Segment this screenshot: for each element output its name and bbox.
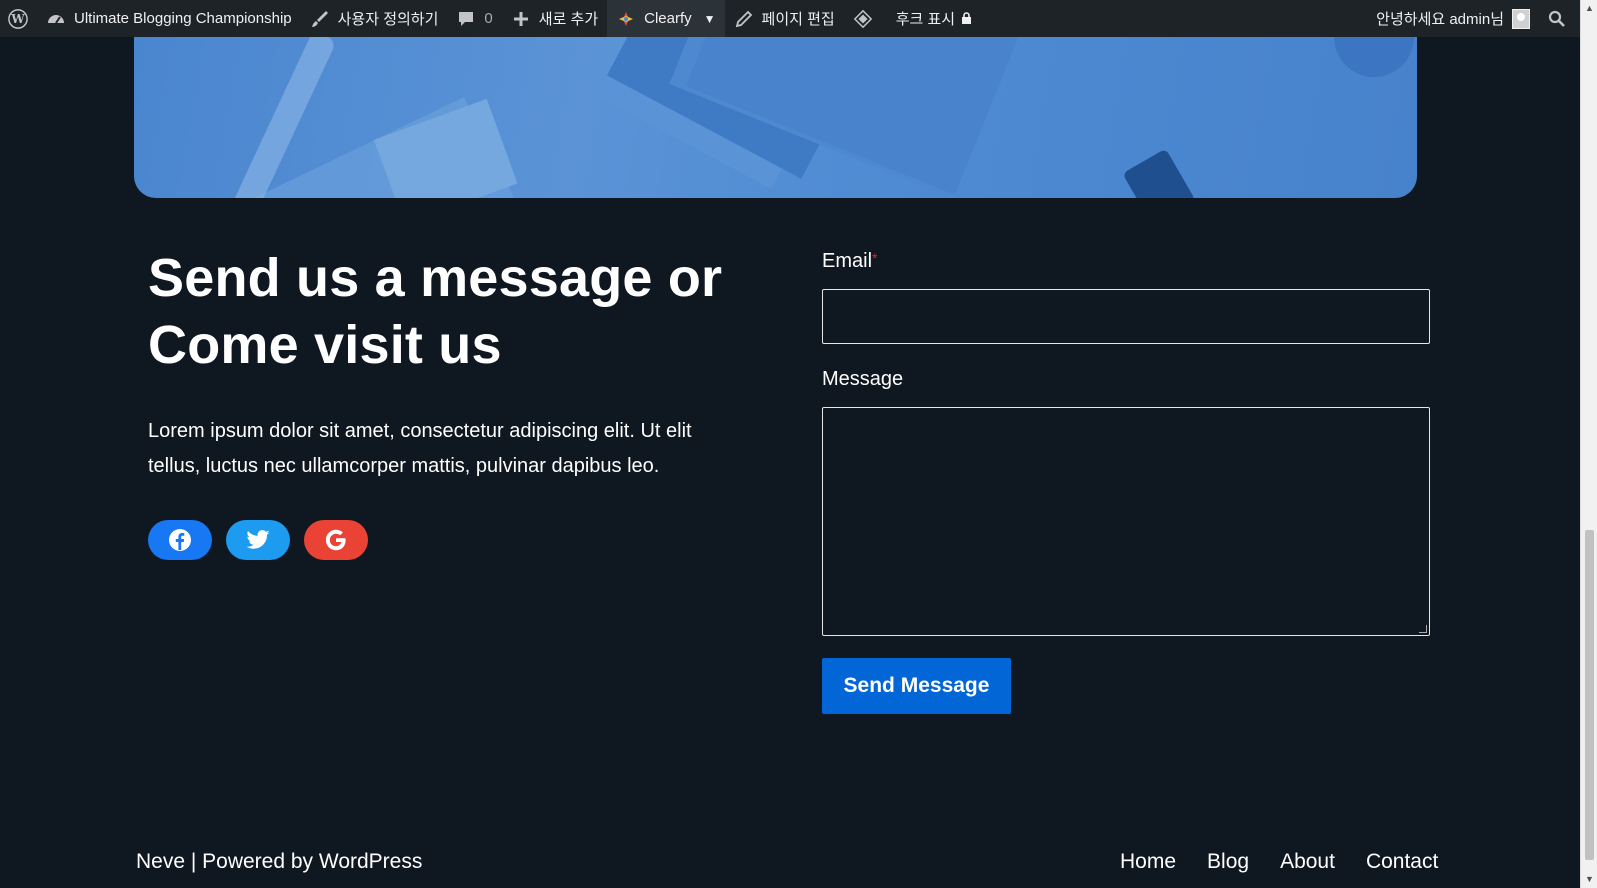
email-label-text: Email — [822, 250, 873, 272]
email-label: Email* — [822, 250, 1430, 273]
new-content-menu[interactable]: 새로 추가 — [502, 0, 607, 37]
scrollbar-thumb[interactable] — [1585, 530, 1594, 860]
footer-nav-home[interactable]: Home — [1120, 850, 1176, 874]
contact-headline: Send us a message or Come visit us — [148, 248, 723, 375]
social-icons — [148, 520, 368, 560]
admin-search[interactable] — [1539, 0, 1580, 37]
message-label: Message — [822, 368, 1430, 391]
contact-form: Email* Message — [822, 250, 1430, 636]
footer-credit: Neve | Powered by WordPress — [136, 850, 423, 873]
email-field[interactable] — [822, 289, 1430, 344]
edit-page-menu[interactable]: 페이지 편집 — [725, 0, 844, 37]
clearfy-icon — [616, 9, 636, 29]
facebook-icon — [169, 529, 191, 551]
pencil-icon — [734, 9, 754, 29]
site-name-menu[interactable]: Ultimate Blogging Championship — [37, 0, 301, 37]
textarea-resize-handle[interactable] — [1419, 625, 1427, 633]
facebook-button[interactable] — [148, 520, 212, 560]
paintbrush-icon — [310, 9, 330, 29]
svg-text:W: W — [10, 12, 25, 26]
wordpress-logo-menu[interactable]: W — [0, 0, 37, 37]
footer-nav-blog[interactable]: Blog — [1207, 850, 1249, 874]
clearfy-label: Clearfy — [644, 10, 692, 27]
scroll-down-arrow-icon[interactable]: ▼ — [1581, 871, 1597, 888]
comment-icon — [456, 9, 476, 29]
customize-menu[interactable]: 사용자 정의하기 — [301, 0, 448, 37]
dropdown-caret-icon: ▼ — [703, 11, 716, 26]
plugin-diamond-menu[interactable] — [844, 0, 882, 37]
plus-icon — [511, 9, 531, 29]
contact-intro-text: Lorem ipsum dolor sit amet, consectetur … — [148, 420, 692, 477]
page-scrollbar[interactable]: ▲ ▼ — [1580, 0, 1597, 888]
new-label: 새로 추가 — [538, 11, 599, 28]
required-asterisk: * — [872, 250, 878, 266]
site-name: Ultimate Blogging Championship — [74, 10, 292, 27]
show-hooks-menu[interactable]: 후크 표시 — [882, 0, 981, 37]
comment-count: 0 — [484, 10, 493, 27]
stationery-illustration — [232, 37, 1414, 198]
footer-nav-contact[interactable]: Contact — [1366, 850, 1438, 874]
wordpress-icon: W — [8, 8, 28, 29]
message-field[interactable] — [822, 407, 1430, 636]
edit-page-label: 페이지 편집 — [761, 11, 835, 28]
dashboard-icon — [46, 9, 66, 29]
avatar — [1512, 8, 1530, 29]
hero-image — [134, 37, 1417, 198]
footer-nav: Home Blog About Contact — [1120, 850, 1438, 874]
greeting: 안녕하세요 admin님 — [1376, 11, 1504, 28]
google-icon — [325, 529, 346, 551]
customize-label: 사용자 정의하기 — [337, 11, 439, 28]
twitter-icon — [246, 530, 270, 549]
my-account-menu[interactable]: 안녕하세요 admin님 — [1367, 0, 1539, 37]
footer-nav-about[interactable]: About — [1280, 850, 1335, 874]
message-label-text: Message — [822, 368, 904, 390]
diamond-icon — [853, 9, 873, 29]
google-button[interactable] — [304, 520, 368, 560]
send-message-button[interactable]: Send Message — [822, 658, 1011, 714]
admin-bar: W Ultimate Blogging Championship 사용자 정의하… — [0, 0, 1580, 37]
lock-icon — [961, 12, 972, 25]
clearfy-menu[interactable]: Clearfy ▼ — [607, 0, 725, 37]
comments-menu[interactable]: 0 — [447, 0, 501, 37]
scroll-up-arrow-icon[interactable]: ▲ — [1581, 0, 1597, 17]
show-hooks-label: 후크 표시 — [895, 11, 956, 28]
twitter-button[interactable] — [226, 520, 290, 560]
search-icon — [1548, 10, 1566, 28]
